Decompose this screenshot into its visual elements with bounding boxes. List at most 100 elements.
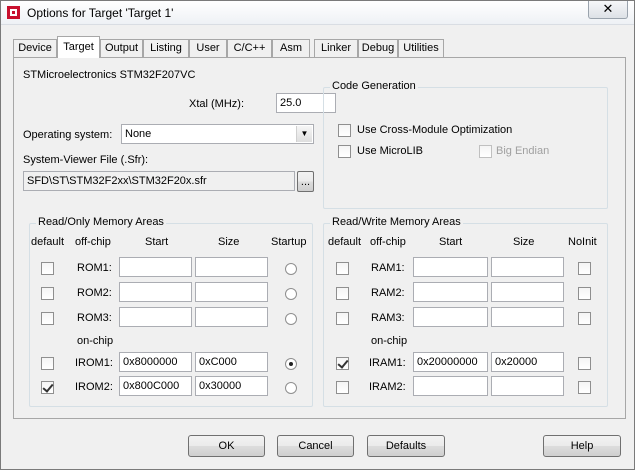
tab-label: User	[196, 42, 220, 54]
ram-header-offchip: off-chip	[370, 236, 406, 248]
big-endian-label: Big Endian	[496, 145, 550, 157]
rom1-start-input[interactable]	[119, 257, 192, 277]
tab-label: Linker	[321, 42, 351, 54]
rom3-size-input[interactable]	[195, 307, 268, 327]
rom3-startup-radio[interactable]	[285, 313, 297, 325]
iram1-label: IRAM1:	[369, 357, 406, 369]
tab-label: Target	[63, 41, 94, 53]
irom2-size-input[interactable]: 0x30000	[195, 376, 268, 396]
help-button[interactable]: Help	[543, 435, 621, 457]
ram3-default-checkbox[interactable]	[336, 312, 349, 325]
ram-group: Read/Write Memory Areas default off-chip…	[323, 216, 608, 407]
tab-target[interactable]: Target	[57, 36, 100, 58]
irom1-start-input[interactable]: 0x8000000	[119, 352, 192, 372]
rom3-start-input[interactable]	[119, 307, 192, 327]
big-endian-checkbox[interactable]	[479, 145, 492, 158]
rom2-size-input[interactable]	[195, 282, 268, 302]
irom1-startup-radio[interactable]	[285, 358, 297, 370]
rom1-default-checkbox[interactable]	[41, 262, 54, 275]
tab-debug[interactable]: Debug	[358, 39, 398, 57]
iram2-noinit-checkbox[interactable]	[578, 381, 591, 394]
rom2-start-input[interactable]	[119, 282, 192, 302]
iram2-default-checkbox[interactable]	[336, 381, 349, 394]
iram1-size-input[interactable]: 0x20000	[491, 352, 564, 372]
cross-module-label: Use Cross-Module Optimization	[357, 124, 513, 136]
iram2-label: IRAM2:	[369, 381, 406, 393]
defaults-button[interactable]: Defaults	[367, 435, 445, 457]
rom-header-size: Size	[218, 236, 240, 248]
rom-header-offchip: off-chip	[75, 236, 111, 248]
tab-asm[interactable]: Asm	[272, 39, 310, 57]
tab-cpp[interactable]: C/C++	[227, 39, 272, 57]
rom1-size-input[interactable]	[195, 257, 268, 277]
ram3-size-input[interactable]	[491, 307, 564, 327]
ram-onchip-label: on-chip	[371, 335, 408, 347]
rom1-startup-radio[interactable]	[285, 263, 297, 275]
irom1-label: IROM1:	[75, 357, 113, 369]
tab-label: Device	[18, 42, 52, 54]
rom2-startup-radio[interactable]	[285, 288, 297, 300]
ram-header-start: Start	[439, 236, 463, 248]
rom-header-startup: Startup	[271, 236, 307, 248]
rom-header-start: Start	[145, 236, 169, 248]
irom1-size-input[interactable]: 0xC000	[195, 352, 268, 372]
ram3-start-input[interactable]	[413, 307, 488, 327]
window-title: Options for Target 'Target 1'	[27, 6, 174, 20]
ram-group-title: Read/Write Memory Areas	[330, 216, 463, 228]
ram1-default-checkbox[interactable]	[336, 262, 349, 275]
rom2-default-checkbox[interactable]	[41, 287, 54, 300]
irom2-default-checkbox[interactable]	[41, 381, 54, 394]
microlib-label: Use MicroLIB	[357, 145, 424, 157]
tab-utilities[interactable]: Utilities	[398, 39, 444, 57]
cross-module-checkbox[interactable]	[338, 124, 351, 137]
rom-group-title: Read/Only Memory Areas	[36, 216, 166, 228]
ram1-start-input[interactable]	[413, 257, 488, 277]
ram2-default-checkbox[interactable]	[336, 287, 349, 300]
tab-device[interactable]: Device	[13, 39, 57, 57]
rom-group: Read/Only Memory Areas default off-chip …	[29, 216, 313, 407]
irom2-label: IROM2:	[75, 381, 113, 393]
ram-header-size: Size	[513, 236, 535, 248]
cancel-button[interactable]: Cancel	[277, 435, 354, 457]
rom2-label: ROM2:	[77, 287, 112, 299]
tab-output[interactable]: Output	[100, 39, 143, 57]
rom3-default-checkbox[interactable]	[41, 312, 54, 325]
code-generation-title: Code Generation	[330, 80, 418, 92]
ram2-start-input[interactable]	[413, 282, 488, 302]
ram-header-default: default	[328, 236, 362, 248]
iram1-start-input[interactable]: 0x20000000	[413, 352, 488, 372]
tab-listing[interactable]: Listing	[143, 39, 189, 57]
iram1-noinit-checkbox[interactable]	[578, 357, 591, 370]
iram1-default-checkbox[interactable]	[336, 357, 349, 370]
os-select-value: None	[125, 128, 152, 140]
ram1-noinit-checkbox[interactable]	[578, 262, 591, 275]
ram3-noinit-checkbox[interactable]	[578, 312, 591, 325]
device-name: STMicroelectronics STM32F207VC	[23, 69, 196, 81]
tab-label: Debug	[361, 42, 395, 54]
iram2-size-input[interactable]	[491, 376, 564, 396]
ram2-size-input[interactable]	[491, 282, 564, 302]
close-button[interactable]: ✕	[588, 1, 628, 19]
tab-linker[interactable]: Linker	[314, 39, 358, 57]
ram2-noinit-checkbox[interactable]	[578, 287, 591, 300]
ok-button[interactable]: OK	[188, 435, 265, 457]
microlib-checkbox[interactable]	[338, 145, 351, 158]
chevron-down-icon: ▼	[296, 126, 312, 142]
keil-app-icon	[7, 6, 20, 19]
iram2-start-input[interactable]	[413, 376, 488, 396]
tab-label: Asm	[280, 42, 302, 54]
browse-button[interactable]: ...	[297, 171, 314, 192]
os-select[interactable]: None ▼	[121, 124, 314, 144]
ram3-label: RAM3:	[371, 312, 405, 324]
sfr-label: System-Viewer File (.Sfr):	[23, 154, 149, 166]
rom1-label: ROM1:	[77, 262, 112, 274]
ram1-size-input[interactable]	[491, 257, 564, 277]
sfr-input[interactable]: SFD\ST\STM32F2xx\STM32F20x.sfr	[23, 171, 295, 191]
code-generation-group: Code Generation Use Cross-Module Optimiz…	[323, 80, 608, 209]
irom2-start-input[interactable]: 0x800C000	[119, 376, 192, 396]
rom3-label: ROM3:	[77, 312, 112, 324]
irom1-default-checkbox[interactable]	[41, 357, 54, 370]
tab-user[interactable]: User	[189, 39, 227, 57]
tab-label: C/C++	[233, 42, 266, 54]
irom2-startup-radio[interactable]	[285, 382, 297, 394]
